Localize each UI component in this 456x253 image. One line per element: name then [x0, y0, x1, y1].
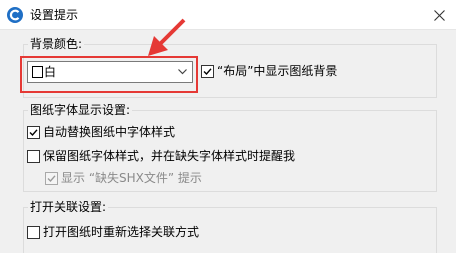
show-shx-missing-checkbox	[45, 171, 58, 185]
checkmark-icon	[29, 128, 38, 136]
reselect-link-label: 打开图纸时重新选择关联方式	[43, 225, 200, 239]
reselect-link-row[interactable]: 打开图纸时重新选择关联方式	[27, 224, 199, 240]
show-shx-missing-label: 显示 “缺失SHX文件” 提示	[61, 171, 202, 185]
show-shx-missing-row: 显示 “缺失SHX文件” 提示	[45, 170, 202, 186]
checkmark-icon	[47, 174, 56, 182]
layout-background-checkbox-row[interactable]: “布局”中显示图纸背景	[201, 63, 337, 79]
red-highlight-box	[20, 56, 198, 93]
close-button[interactable]	[422, 0, 456, 30]
reselect-link-checkbox[interactable]	[27, 225, 40, 239]
font-display-label: 图纸字体显示设置:	[28, 102, 133, 118]
open-link-label: 打开关联设置:	[28, 199, 109, 215]
layout-background-label: “布局”中显示图纸背景	[217, 64, 338, 78]
keep-font-style-label: 保留图纸字体样式，并在缺失字体样式时提醒我	[43, 149, 296, 163]
title-bar: 设置提示	[0, 0, 456, 30]
keep-font-style-row[interactable]: 保留图纸字体样式，并在缺失字体样式时提醒我	[27, 148, 295, 164]
layout-background-checkbox[interactable]	[201, 64, 214, 78]
window-title: 设置提示	[30, 8, 79, 22]
close-icon	[433, 9, 445, 21]
auto-replace-font-label: 自动替换图纸中字体样式	[43, 125, 176, 139]
auto-replace-font-row[interactable]: 自动替换图纸中字体样式	[27, 124, 175, 140]
background-color-label: 背景颜色:	[28, 36, 85, 52]
checkmark-icon	[203, 67, 212, 75]
app-logo-icon	[7, 7, 23, 23]
keep-font-style-checkbox[interactable]	[27, 149, 40, 163]
auto-replace-font-checkbox[interactable]	[27, 125, 40, 139]
red-pointer-arrow-icon	[148, 18, 186, 56]
